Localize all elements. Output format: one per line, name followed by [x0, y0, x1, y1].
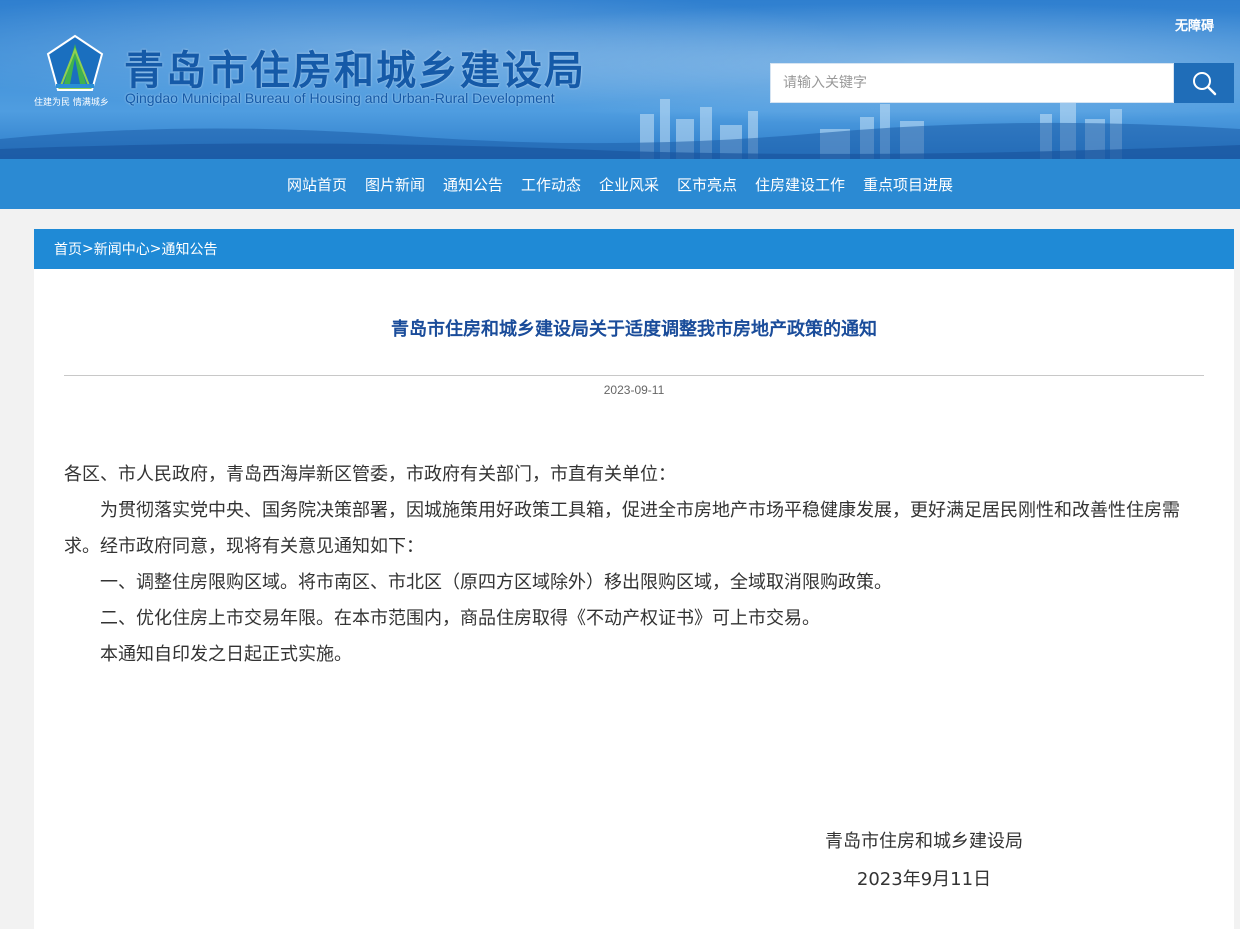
- main-nav: 网站首页 图片新闻 通知公告 工作动态 企业风采 区市亮点 住房建设工作 重点项…: [0, 159, 1240, 209]
- article-paragraph: 为贯彻落实党中央、国务院决策部署，因城施策用好政策工具箱，促进全市房地产市场平稳…: [64, 500, 1180, 557]
- article-paragraph: 本通知自印发之日起正式实施。: [100, 644, 352, 665]
- nav-item-photo-news[interactable]: 图片新闻: [356, 174, 434, 195]
- nav-item-notices[interactable]: 通知公告: [434, 174, 512, 195]
- article-paragraph: 二、优化住房上市交易年限。在本市范围内，商品住房取得《不动产权证书》可上市交易。: [100, 608, 820, 629]
- breadcrumb-separator: >: [82, 241, 94, 257]
- article-body: 各区、市人民政府，青岛西海岸新区管委，市政府有关部门，市直有关单位： 为贯彻落实…: [64, 457, 1204, 673]
- site-subtitle: Qingdao Municipal Bureau of Housing and …: [125, 90, 555, 106]
- nav-item-key-projects[interactable]: 重点项目进展: [854, 174, 962, 195]
- bureau-logo-icon: [46, 34, 104, 91]
- breadcrumb: 首页 > 新闻中心 > 通知公告: [34, 229, 1234, 269]
- article-date: 2023-09-11: [603, 383, 665, 397]
- article-paragraph: 一、调整住房限购区域。将市南区、市北区（原四方区域除外）移出限购区域，全域取消限…: [100, 572, 892, 593]
- search-button[interactable]: [1174, 63, 1234, 103]
- signature-date: 2023年9月11日: [856, 869, 992, 890]
- breadcrumb-notices[interactable]: 通知公告: [161, 239, 217, 259]
- site-title: 青岛市住房和城乡建设局: [124, 48, 586, 94]
- header-banner: 住建为民 情满城乡 青岛市住房和城乡建设局 Qingdao Municipal …: [0, 0, 1240, 159]
- logo-slogan: 住建为民 情满城乡: [34, 98, 109, 108]
- accessibility-link[interactable]: 无障碍: [1175, 15, 1214, 34]
- breadcrumb-news-center[interactable]: 新闻中心: [94, 239, 150, 259]
- breadcrumb-home[interactable]: 首页: [54, 239, 82, 259]
- article-signature: 青岛市住房和城乡建设局 2023年9月11日: [804, 823, 1044, 899]
- article-salutation: 各区、市人民政府，青岛西海岸新区管委，市政府有关部门，市直有关单位：: [64, 464, 676, 485]
- article-container: 首页 > 新闻中心 > 通知公告 青岛市住房和城乡建设局关于适度调整我市房地产政…: [34, 229, 1234, 929]
- nav-item-housing-work[interactable]: 住房建设工作: [746, 174, 854, 195]
- title-divider: [64, 375, 1204, 376]
- nav-item-home[interactable]: 网站首页: [278, 174, 356, 195]
- breadcrumb-separator: >: [149, 241, 162, 257]
- nav-item-district-highlights[interactable]: 区市亮点: [668, 174, 746, 195]
- search-input[interactable]: [770, 63, 1174, 103]
- nav-item-work-news[interactable]: 工作动态: [512, 174, 590, 195]
- nav-item-enterprise[interactable]: 企业风采: [590, 174, 668, 195]
- signature-org: 青岛市住房和城乡建设局: [825, 831, 1023, 852]
- search-icon: [1193, 72, 1217, 96]
- article-title: 青岛市住房和城乡建设局关于适度调整我市房地产政策的通知: [391, 319, 877, 340]
